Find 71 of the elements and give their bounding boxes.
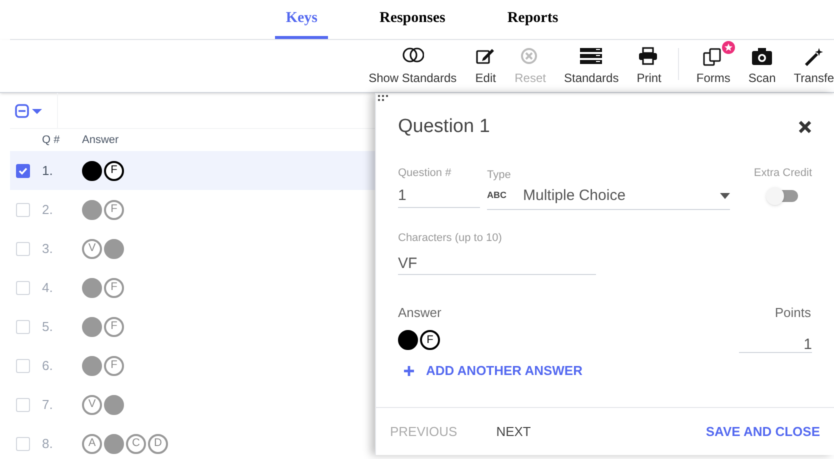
checkbox[interactable] [16, 202, 30, 216]
answer-bubble: C [126, 434, 146, 454]
answer-bubble: V [82, 238, 102, 258]
toolbar-button[interactable]: Edit [470, 41, 502, 87]
toolbar-button[interactable]: Scan [743, 41, 781, 87]
field-label: Characters (up to 10) [398, 231, 503, 246]
checkbox[interactable] [16, 436, 30, 450]
question-number: 4. [42, 278, 54, 297]
toolbar-button[interactable]: Show Standards [364, 41, 462, 87]
toolbar-button[interactable]: Print [632, 41, 666, 87]
points-field[interactable]: 1 [739, 326, 812, 353]
checkbox[interactable] [16, 358, 30, 372]
tab[interactable]: Keys [274, 6, 328, 39]
checkbox[interactable] [16, 320, 30, 334]
panel-title: Question 1 [398, 115, 490, 139]
question-number: 8. [42, 434, 54, 453]
select-menu-icon[interactable] [15, 104, 45, 118]
next-button[interactable]: NEXT [496, 422, 531, 442]
question-number: 3. [42, 240, 54, 258]
table-row[interactable]: 1. F [10, 151, 375, 190]
characters-field[interactable]: VF [398, 246, 596, 274]
answer-bubble: F [104, 160, 124, 180]
field-label: Answer [398, 304, 442, 322]
field-label: Type [487, 168, 512, 182]
field-label: Question # [398, 166, 452, 180]
toolbar-button[interactable]: Transfe [788, 41, 834, 87]
table-row[interactable]: 2. F [10, 190, 375, 229]
toolbar-button[interactable]: Standards [559, 41, 624, 87]
checkbox[interactable] [16, 164, 30, 178]
column-header: Q # [42, 132, 61, 148]
type-dropdown[interactable]: ABC Multiple Choice [487, 183, 730, 210]
field-label: Points [774, 304, 811, 322]
answer-bubble: A [82, 434, 102, 454]
answer-bubble: F [104, 278, 124, 298]
type-icon: ABC [487, 189, 523, 203]
table-row[interactable]: 8. A C D [10, 424, 375, 458]
question-number: 7. [42, 396, 54, 414]
drag-handle-icon [378, 95, 390, 103]
question-number-field[interactable]: 1 [398, 181, 480, 208]
magic-wand-icon [802, 47, 825, 66]
caret-icon [720, 193, 730, 199]
field-label: Extra Credit [754, 166, 812, 180]
table-row[interactable]: 4. F [10, 268, 375, 307]
tab[interactable]: Reports [496, 6, 570, 39]
answer-bubble: F [420, 330, 440, 350]
question-number: 6. [42, 356, 54, 375]
answer-bubble: F [104, 316, 124, 336]
answer-bubble: F [104, 200, 124, 220]
question-number: 5. [42, 318, 54, 336]
save-and-close-button[interactable]: SAVE AND CLOSE [706, 422, 820, 442]
column-header: Answer [82, 132, 119, 148]
table-row[interactable]: 3. V [10, 229, 375, 268]
question-number: 1. [42, 162, 54, 180]
table-row[interactable]: 7. V [10, 385, 375, 424]
question-number: 2. [42, 200, 54, 219]
answer-bubble: D [148, 434, 168, 454]
close-icon [798, 120, 812, 134]
plus-icon [404, 366, 414, 376]
camera-icon [751, 47, 774, 66]
tab[interactable]: Responses [368, 6, 456, 39]
list-icon [580, 47, 602, 66]
table-row[interactable]: 6. F [10, 346, 375, 385]
table-row[interactable]: 5. F [10, 307, 375, 346]
toolbar-button[interactable]: Forms [691, 41, 736, 87]
edit-icon [474, 47, 497, 66]
answer-bubble: V [82, 394, 102, 414]
checkbox[interactable] [16, 398, 30, 412]
add-answer-button[interactable]: ADD ANOTHER ANSWER [404, 361, 582, 380]
answer-bubble: F [104, 356, 124, 376]
checkbox[interactable] [16, 242, 30, 256]
checkbox[interactable] [16, 280, 30, 294]
